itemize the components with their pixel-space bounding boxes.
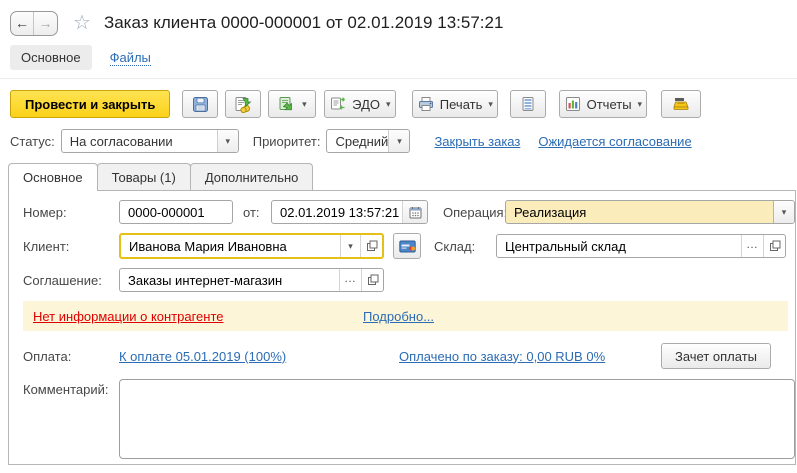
status-label: Статус: (10, 134, 55, 149)
open-link-icon (367, 274, 379, 286)
client-row: Клиент: Иванова Мария Ивановна ▾ (15, 233, 795, 259)
printer-icon (418, 96, 434, 112)
cash-register-icon (672, 96, 690, 112)
tab-goods[interactable]: Товары (1) (97, 163, 191, 190)
window-header: ← → ☆ Заказ клиента 0000-000001 от 02.01… (0, 0, 797, 37)
agreement-input[interactable]: Заказы интернет-магазин … (119, 268, 384, 292)
payment-card-icon (399, 240, 416, 253)
client-label: Клиент: (23, 239, 119, 254)
tab-main[interactable]: Основное (8, 163, 98, 191)
history-nav: ← → (10, 11, 58, 36)
register-list-icon (521, 96, 535, 112)
operation-select[interactable]: Реализация ▾ (505, 200, 795, 224)
dropdown-caret-icon[interactable]: ▾ (388, 130, 409, 152)
details-link[interactable]: Подробно... (363, 309, 434, 324)
counterparty-warning-bar: Нет информации о контрагенте Подробно... (23, 301, 788, 331)
dropdown-caret-icon[interactable]: ▾ (773, 201, 794, 223)
save-icon (192, 96, 209, 113)
date-value: 02.01.2019 13:57:21 (272, 205, 402, 220)
choose-button[interactable]: … (741, 235, 763, 257)
payment-label: Оплата: (23, 349, 119, 364)
warehouse-value: Центральный склад (497, 239, 741, 254)
document-register-button[interactable] (510, 90, 546, 118)
reports-button-label: Отчеты (587, 97, 632, 112)
open-agreement-button[interactable] (361, 269, 383, 291)
status-select[interactable]: На согласовании ▾ (61, 129, 239, 153)
priority-label: Приоритет: (253, 134, 321, 149)
payment-offset-button[interactable]: Зачет оплаты (661, 343, 771, 369)
warehouse-label: Склад: (434, 239, 496, 254)
agreement-value: Заказы интернет-магазин (120, 273, 339, 288)
operation-value: Реализация (506, 205, 773, 220)
back-button[interactable]: ← (11, 12, 34, 35)
page-title: Заказ клиента 0000-000001 от 02.01.2019 … (104, 13, 503, 33)
number-input[interactable]: 0000-000001 (119, 200, 233, 224)
dropdown-caret-icon[interactable]: ▾ (217, 130, 238, 152)
date-label: от: (243, 205, 265, 220)
favorite-star-icon[interactable]: ☆ (73, 13, 91, 33)
dropdown-caret-icon[interactable]: ▾ (340, 235, 360, 257)
create-based-on-icon (278, 96, 296, 113)
edo-button[interactable]: ЭДО ▾ (324, 90, 396, 118)
client-value: Иванова Мария Ивановна (121, 239, 340, 254)
number-label: Номер: (23, 205, 119, 220)
open-link-icon (769, 240, 781, 252)
awaiting-approval-link[interactable]: Ожидается согласование (538, 134, 691, 149)
paid-by-order-link[interactable]: Оплачено по заказу: 0,00 RUB 0% (399, 349, 605, 364)
dropdown-caret-icon: ▾ (638, 99, 643, 110)
edo-icon (330, 96, 346, 112)
dropdown-caret-icon: ▾ (488, 99, 493, 110)
open-client-button[interactable] (360, 235, 382, 257)
tab-additional[interactable]: Дополнительно (190, 163, 314, 190)
payment-due-link[interactable]: К оплате 05.01.2019 (100%) (119, 349, 286, 364)
choose-button[interactable]: … (339, 269, 361, 291)
number-value: 0000-000001 (120, 205, 232, 220)
print-button[interactable]: Печать ▾ (412, 90, 498, 118)
forward-button[interactable]: → (34, 12, 57, 35)
dropdown-caret-icon: ▾ (386, 99, 391, 110)
agreement-label: Соглашение: (23, 273, 119, 288)
cash-register-button[interactable] (661, 90, 701, 118)
tab-strip: Основное Товары (1) Дополнительно (0, 163, 797, 191)
order-window: ← → ☆ Заказ клиента 0000-000001 от 02.01… (0, 0, 797, 473)
calendar-icon (409, 206, 422, 219)
no-counterparty-info-link[interactable]: Нет информации о контрагенте (33, 309, 224, 324)
report-chart-icon (565, 96, 581, 112)
dropdown-caret-icon: ▾ (302, 99, 307, 110)
client-input[interactable]: Иванова Мария Ивановна ▾ (119, 233, 384, 259)
agreement-row: Соглашение: Заказы интернет-магазин … (15, 268, 795, 292)
close-order-link[interactable]: Закрыть заказ (434, 134, 520, 149)
create-based-on-button[interactable]: ▾ (268, 90, 316, 118)
open-warehouse-button[interactable] (763, 235, 785, 257)
nav-item-main[interactable]: Основное (10, 45, 92, 70)
save-button[interactable] (182, 90, 218, 118)
status-row: Статус: На согласовании ▾ Приоритет: Сре… (0, 119, 797, 154)
nav-item-files[interactable]: Файлы (110, 50, 151, 66)
date-input[interactable]: 02.01.2019 13:57:21 (271, 200, 428, 224)
calendar-button[interactable] (402, 201, 427, 223)
warehouse-input[interactable]: Центральный склад … (496, 234, 786, 258)
post-document-icon (234, 96, 252, 113)
edo-button-label: ЭДО (352, 97, 380, 112)
comment-input[interactable] (119, 379, 795, 459)
open-link-icon (366, 240, 378, 252)
reports-button[interactable]: Отчеты ▾ (559, 90, 647, 118)
post-and-close-button[interactable]: Провести и закрыть (10, 90, 170, 118)
priority-select[interactable]: Средний ▾ (326, 129, 410, 153)
number-row: Номер: 0000-000001 от: 02.01.2019 13:57:… (15, 200, 795, 224)
priority-value: Средний (327, 134, 388, 149)
payment-row: Оплата: К оплате 05.01.2019 (100%) Оплач… (15, 343, 795, 369)
post-document-button[interactable] (225, 90, 261, 118)
operation-label: Операция: (443, 205, 505, 220)
payment-card-button[interactable] (393, 233, 421, 259)
toolbar: Провести и закрыть (0, 79, 797, 119)
comment-label: Комментарий: (23, 379, 119, 397)
print-button-label: Печать (440, 97, 483, 112)
status-value: На согласовании (62, 134, 217, 149)
tab-panel-main: Номер: 0000-000001 от: 02.01.2019 13:57:… (8, 190, 796, 465)
nav-row: Основное Файлы (0, 37, 797, 79)
comment-row: Комментарий: (15, 379, 795, 459)
